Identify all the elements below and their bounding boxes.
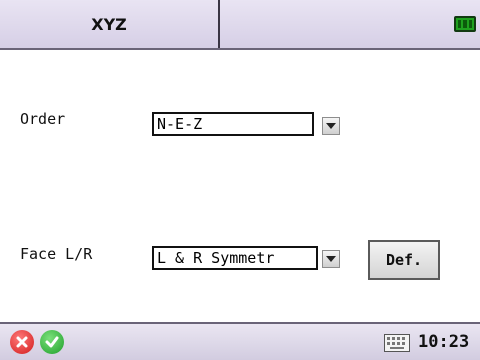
order-select[interactable]: N-E-Z bbox=[152, 112, 314, 136]
clock-time: 10:23 bbox=[418, 332, 470, 352]
face-lr-label: Face L/R bbox=[20, 245, 93, 263]
close-icon[interactable] bbox=[10, 330, 34, 354]
face-lr-select[interactable]: L & R Symmetr bbox=[152, 246, 318, 270]
order-dropdown-button[interactable] bbox=[322, 117, 340, 135]
chevron-down-icon bbox=[326, 123, 336, 129]
battery-full-icon bbox=[454, 16, 476, 32]
default-button[interactable]: Def. bbox=[368, 240, 440, 280]
top-bar: XYZ bbox=[0, 0, 480, 50]
status-bar: 10:23 bbox=[0, 322, 480, 360]
keyboard-icon[interactable] bbox=[384, 334, 410, 352]
order-label: Order bbox=[20, 110, 66, 128]
face-lr-dropdown-button[interactable] bbox=[322, 250, 340, 268]
header-divider bbox=[218, 0, 220, 48]
tab-xyz[interactable]: XYZ bbox=[0, 0, 218, 48]
check-icon[interactable] bbox=[40, 330, 64, 354]
chevron-down-icon bbox=[326, 256, 336, 262]
